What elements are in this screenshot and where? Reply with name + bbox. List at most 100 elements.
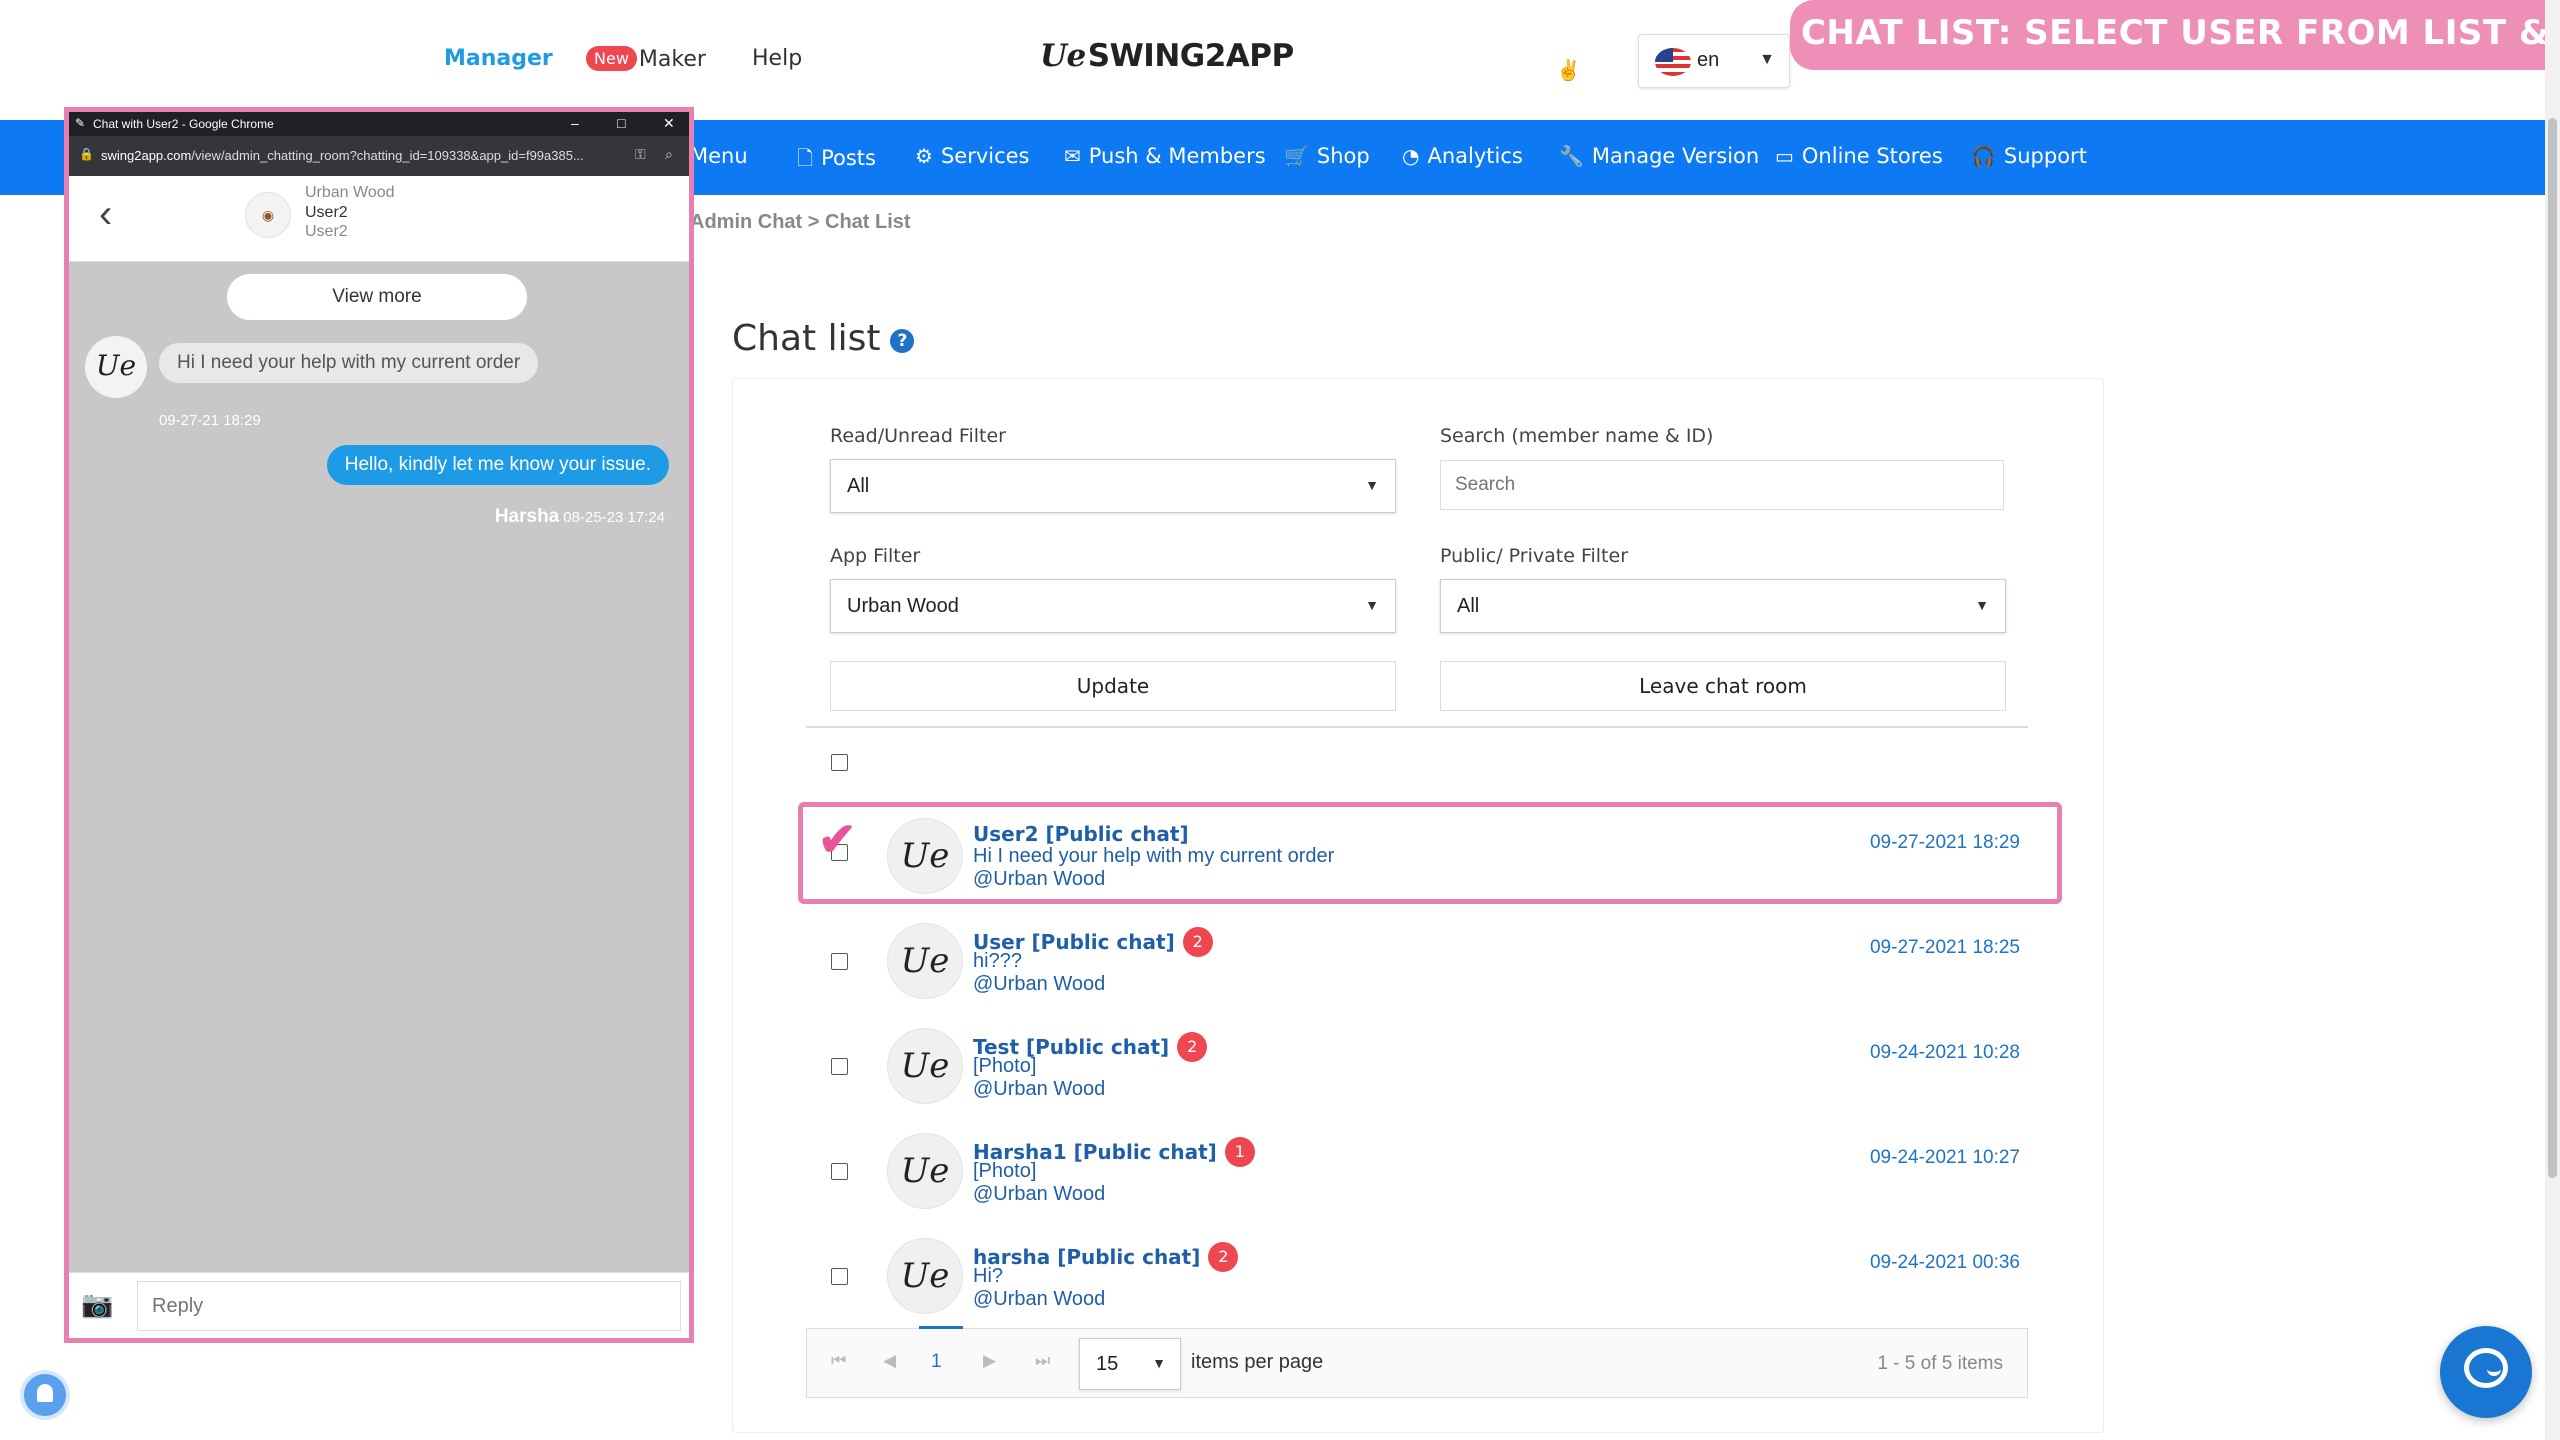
sender-avatar: Ue [85, 336, 147, 398]
update-button[interactable]: Update [830, 661, 1396, 711]
new-badge: New [586, 46, 637, 71]
nav-analytics[interactable]: ◔ Analytics [1402, 144, 1523, 168]
back-arrow-icon[interactable]: ‹ [99, 194, 112, 234]
camera-icon[interactable]: 📷 [81, 1289, 113, 1320]
wrench-icon: 🔧 [1559, 144, 1584, 168]
next-page-icon[interactable]: ▶ [983, 1351, 996, 1371]
tutorial-banner: CHAT LIST: SELECT USER FROM LIST & CHAT [1790, 0, 2560, 119]
public-private-filter-select[interactable]: All ▼ [1440, 579, 2006, 633]
nav-maker-link[interactable]: New Maker [586, 46, 706, 72]
close-icon[interactable]: ✕ [663, 115, 675, 132]
nav-shop[interactable]: 🛒 Shop [1284, 144, 1370, 168]
incoming-message: Hi I need your help with my current orde… [159, 343, 539, 383]
pie-chart-icon: ◔ [1402, 144, 1420, 168]
nav-online-stores[interactable]: ▭ Online Stores [1775, 144, 1943, 168]
unread-count-badge: 1 [1224, 1137, 1255, 1167]
chevron-down-icon: ▼ [1975, 597, 1989, 613]
row-checkbox[interactable] [831, 1058, 848, 1075]
minimize-icon[interactable]: – [571, 115, 579, 131]
chat-row[interactable]: Ue User [Public chat] 2 hi??? @Urban Wood… [820, 923, 2020, 1019]
chat-time: 09-24-2021 10:27 [1869, 1147, 2020, 1168]
maximize-icon[interactable]: □ [617, 115, 625, 131]
room-user-name: User2 [305, 204, 348, 221]
chat-row[interactable]: Ue Harsha1 [Public chat] 1 [Photo] @Urban… [820, 1133, 2020, 1229]
peace-hand-icon[interactable]: ✌ [1556, 58, 1581, 83]
popup-window-title: Chat with User2 - Google Chrome [93, 117, 274, 131]
nav-menu[interactable]: Menu [690, 144, 748, 168]
room-app-name: Urban Wood [305, 184, 395, 201]
pagination-bar: ⏮ ◀ 1 ▶ ⏭ 15 ▼ items per page 1 - 5 of 5 … [806, 1326, 2028, 1398]
nav-support-label: Support [2003, 144, 2087, 168]
gear-icon: ⚙ [915, 144, 933, 168]
chat-name[interactable]: harsha [Public chat] 2 [973, 1242, 1239, 1272]
chat-time: 09-27-2021 18:25 [1869, 937, 2020, 958]
reply-bar: 📷 [69, 1272, 689, 1338]
logo-mark: Ue [1040, 38, 1086, 74]
incoming-message-time: 09-27-21 18:29 [159, 412, 261, 429]
leave-chat-room-button[interactable]: Leave chat room [1440, 661, 2006, 711]
chevron-down-icon: ▼ [1759, 51, 1775, 68]
nav-push-members[interactable]: ✉ Push & Members [1064, 144, 1266, 168]
last-page-icon[interactable]: ⏭ [1035, 1351, 1050, 1371]
chat-row[interactable]: Ue Test [Public chat] 2 [Photo] @Urban Wo… [820, 1028, 2020, 1124]
nav-services[interactable]: ⚙ Services [915, 144, 1030, 168]
chat-last-message: Hi? [973, 1265, 1004, 1287]
nav-services-label: Services [940, 144, 1030, 168]
select-all-checkbox[interactable] [831, 754, 848, 771]
chat-popup-window: ✎ Chat with User2 - Google Chrome – □ ✕ … [64, 107, 694, 1343]
url-path: /view/admin_chatting_room?chatting_id=10… [191, 148, 584, 163]
nav-manage-version[interactable]: 🔧 Manage Version [1559, 144, 1759, 168]
outgoing-message: Hello, kindly let me know your issue. [326, 445, 669, 485]
nav-menu-label: Menu [690, 144, 748, 168]
outgoing-message-meta: Harsha 08-25-23 17:24 [495, 506, 665, 528]
items-per-page-select[interactable]: 15 ▼ [1079, 1338, 1181, 1390]
page-title-text: Chat list [732, 318, 881, 359]
nav-maker-label: Maker [638, 47, 706, 72]
chevron-down-icon: ▼ [1152, 1355, 1166, 1371]
divider [806, 726, 2028, 728]
app-filter-select[interactable]: Urban Wood ▼ [830, 579, 1396, 633]
app-avatar: Ue [887, 1028, 963, 1104]
read-unread-filter-label: Read/Unread Filter [830, 425, 1006, 447]
row-checkbox[interactable] [831, 953, 848, 970]
card-icon: ▭ [1775, 144, 1794, 168]
reply-input[interactable] [137, 1281, 681, 1331]
popup-address-bar[interactable]: 🔒 swing2app.com/view/admin_chatting_room… [69, 136, 689, 176]
language-select[interactable]: en ▼ [1638, 34, 1790, 88]
chat-room-header: ‹ ◉ Urban Wood User2 User2 [69, 176, 689, 262]
scrollbar-thumb[interactable] [2548, 118, 2557, 1178]
items-count: 1 - 5 of 5 items [1877, 1353, 2003, 1374]
live-chat-button[interactable] [2440, 1326, 2532, 1418]
nav-posts-label: Posts [821, 146, 876, 170]
page-number[interactable]: 1 [931, 1351, 942, 1373]
nav-help-link[interactable]: Help [752, 46, 802, 71]
first-page-icon[interactable]: ⏮ [831, 1351, 846, 1371]
nav-posts[interactable]: 🗋 Posts [797, 144, 876, 178]
url-host: swing2app.com [101, 148, 192, 163]
headset-icon: 🎧 [1971, 144, 1996, 168]
search-input[interactable] [1440, 460, 2004, 510]
chevron-down-icon: ▼ [1365, 597, 1379, 613]
help-icon[interactable]: ? [890, 329, 915, 353]
nav-support[interactable]: 🎧 Support [1971, 144, 2087, 168]
view-more-button[interactable]: View more [227, 274, 527, 320]
nav-manage-version-label: Manage Version [1591, 144, 1760, 168]
row-checkbox[interactable] [831, 1268, 848, 1285]
breadcrumb: Admin Chat > Chat List [690, 211, 911, 233]
prev-page-icon[interactable]: ◀ [883, 1351, 896, 1371]
top-header: Manager New Maker Help UeSWING2APP ✌ en ▼… [0, 0, 2560, 120]
zoom-icon[interactable]: ⌕ [665, 146, 673, 163]
nav-manager-link[interactable]: Manager [444, 46, 553, 71]
chat-row[interactable]: Ue harsha [Public chat] 2 Hi? @Urban Wood… [820, 1238, 2020, 1334]
nav-analytics-label: Analytics [1427, 144, 1523, 168]
nav-push-members-label: Push & Members [1088, 144, 1266, 168]
swing2app-logo[interactable]: UeSWING2APP [1040, 38, 1294, 74]
read-unread-filter-select[interactable]: All ▼ [830, 459, 1396, 513]
page-scrollbar[interactable] [2545, 0, 2560, 1440]
key-icon[interactable]: ⚿ [635, 146, 646, 163]
notification-bell-icon[interactable] [20, 1370, 70, 1420]
popup-url[interactable]: swing2app.com/view/admin_chatting_room?c… [101, 148, 584, 163]
selected-row-highlight [798, 802, 2062, 904]
row-checkbox[interactable] [831, 1163, 848, 1180]
chat-app-name: @Urban Wood [973, 973, 1106, 995]
